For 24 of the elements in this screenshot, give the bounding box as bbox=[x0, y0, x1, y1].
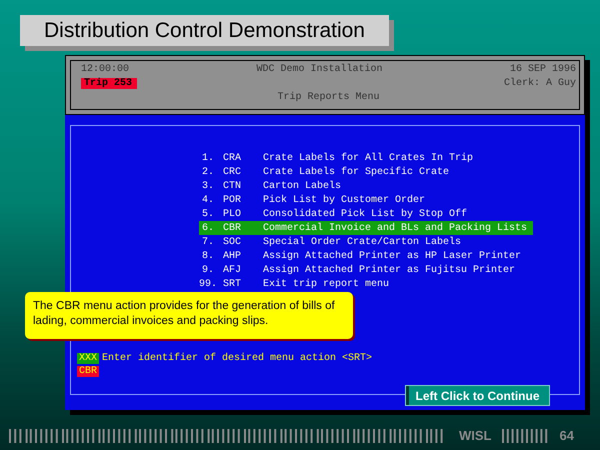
menu-item[interactable]: 8. AHP Assign Attached Printer as HP Laser Printer bbox=[199, 249, 533, 263]
barcode-drawing bbox=[502, 428, 550, 442]
menu-item[interactable]: 2. CRC Crate Labels for Specific Crate bbox=[199, 165, 533, 179]
menu-item[interactable]: 9. AFJ Assign Attached Printer as Fujitsu Printer bbox=[199, 263, 533, 277]
clerk-text: Clerk: A Guy bbox=[504, 78, 576, 89]
page-number: 64 bbox=[560, 428, 574, 443]
footer-label: WISL bbox=[459, 428, 492, 443]
continue-button[interactable]: Left Click to Continue bbox=[405, 385, 550, 406]
menu-item[interactable]: 3. CTN Carton Labels bbox=[199, 179, 533, 193]
prompt-tag: XXX bbox=[77, 353, 100, 364]
input-field[interactable]: CBR bbox=[77, 366, 100, 377]
installation-text: WDC Demo Installation bbox=[256, 64, 383, 75]
time-text: 12:00:00 bbox=[81, 64, 130, 75]
slide-title: Distribution Control Demonstration bbox=[44, 18, 365, 42]
callout-text: The CBR menu action provides for the generation of bills of lading, commercial invoices and packing slips. bbox=[25, 292, 353, 339]
menu-item[interactable]: 99. SRT Exit trip report menu bbox=[199, 277, 533, 291]
menu-item[interactable]: 4. POR Pick List by Customer Order bbox=[199, 193, 533, 207]
prompt-text: Enter identifier of desired menu action <SRT> bbox=[102, 353, 372, 364]
date-text: 16 SEP 1996 bbox=[510, 64, 576, 75]
menu-item[interactable]: 7. SOC Special Order Crate/Carton Labels bbox=[199, 235, 533, 249]
menu-title: Trip Reports Menu bbox=[277, 92, 380, 103]
trip-label: Trip 253 bbox=[81, 78, 137, 89]
menu-item[interactable]: 5. PLO Consolidated Pick List by Stop Off bbox=[199, 207, 533, 221]
menu-item[interactable]: 1. CRA Crate Labels for All Crates In Trip bbox=[199, 151, 533, 165]
